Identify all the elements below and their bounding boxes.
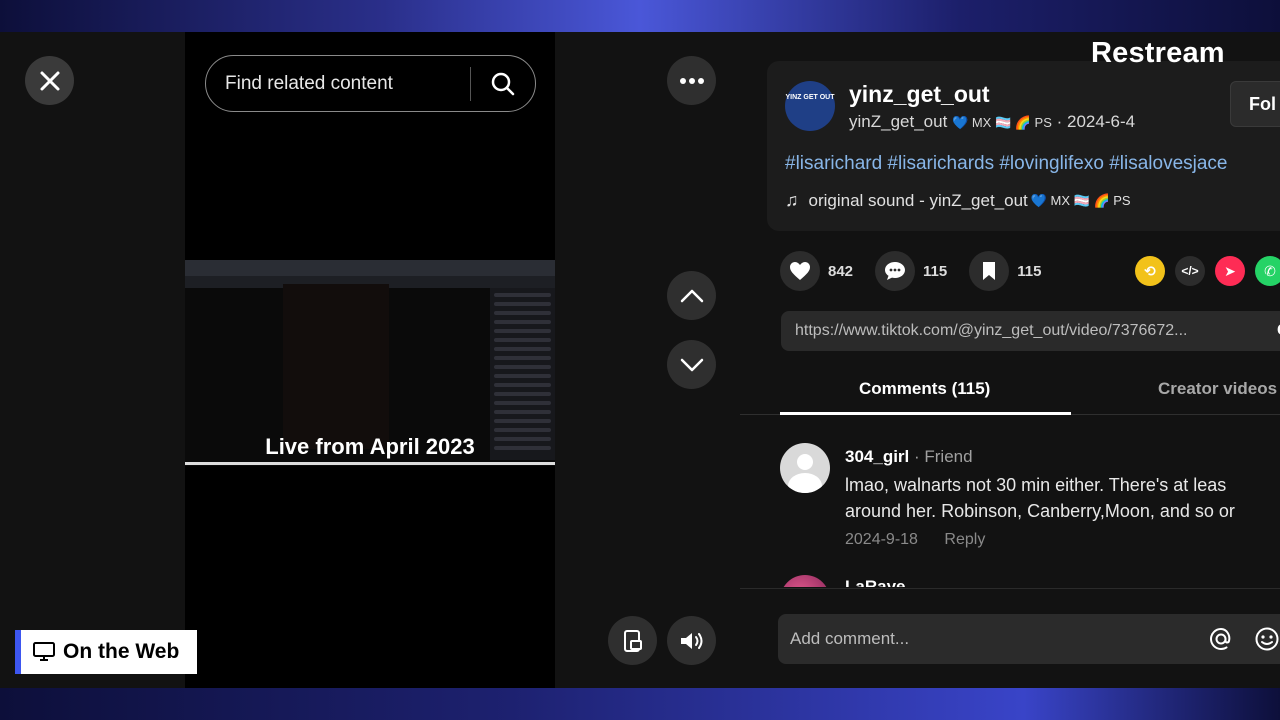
sound-emojis: 💙 MX 🏳️‍⚧️ 🌈 PS (1030, 192, 1131, 208)
commenter-avatar[interactable] (780, 443, 830, 493)
comment-action[interactable]: 115 (875, 251, 947, 291)
reply-button[interactable]: Reply (944, 531, 985, 548)
restream-frame-bottom (0, 688, 1280, 720)
embed-code-icon[interactable]: </> (1175, 256, 1205, 286)
whatsapp-icon[interactable]: ✆ (1255, 256, 1280, 286)
details-panel: YINZ GET OUT yinz_get_out yinZ_get_out 💙… (740, 32, 1280, 688)
save-button[interactable] (969, 251, 1010, 291)
author-avatar[interactable]: YINZ GET OUT (785, 81, 835, 131)
panel-tabs: Comments (115) Creator videos (740, 367, 1280, 415)
close-button[interactable] (25, 56, 74, 105)
commenter-username[interactable]: 304_girl (845, 447, 909, 466)
author-username[interactable]: yinz_get_out (849, 81, 990, 108)
embedded-video-frame[interactable]: Live from April 2023 (185, 260, 555, 466)
comment-icon (885, 262, 906, 280)
post-date-separator: · (1056, 112, 1068, 131)
share-link-url[interactable]: https://www.tiktok.com/@yinz_get_out/vid… (795, 322, 1255, 340)
save-count: 115 (1017, 262, 1042, 280)
stream-preview (283, 284, 389, 449)
share-options: ⟲ </> ➤ ✆ (1135, 256, 1280, 286)
on-the-web-badge: On the Web (15, 630, 197, 674)
repost-icon[interactable]: ⟲ (1135, 256, 1165, 286)
search-box (205, 55, 536, 112)
comment-count: 115 (923, 262, 948, 280)
commenter-name[interactable]: 304_girl · Friend (845, 447, 973, 467)
more-icon (679, 77, 704, 84)
tiktok-viewer: Live from April 2023 On the Web (0, 32, 1280, 688)
comment-date: 2024-9-18 (845, 531, 918, 548)
like-action[interactable]: 842 (780, 251, 853, 291)
tab-comments[interactable]: Comments (115) (859, 379, 990, 399)
comment-composer (740, 588, 1280, 688)
restream-frame-top (0, 0, 1280, 32)
chevron-up-icon (680, 289, 703, 302)
like-button[interactable] (780, 251, 820, 291)
tab-creator-videos[interactable]: Creator videos (1158, 379, 1277, 399)
picture-in-picture-icon (623, 629, 642, 652)
restream-logo: Restream (1091, 37, 1225, 69)
mention-icon[interactable] (1208, 626, 1234, 652)
comment-text-line: lmao, walnarts not 30 min either. There'… (845, 475, 1227, 495)
comment-text-line: around her. Robinson, Canberry,Moon, and… (845, 501, 1235, 521)
flag-emojis: 💙 MX 🏳️‍⚧️ 🌈 PS (952, 115, 1052, 130)
video-progress-bar[interactable] (185, 462, 555, 465)
previous-video-button[interactable] (667, 271, 716, 320)
heart-icon (790, 262, 810, 280)
emoji-icon[interactable] (1254, 626, 1280, 652)
send-icon[interactable]: ➤ (1215, 256, 1245, 286)
pip-button[interactable] (608, 616, 657, 665)
sound-title: original sound - yinZ_get_out (808, 190, 1028, 210)
search-input[interactable] (225, 72, 470, 95)
video-caption: Live from April 2023 (265, 434, 475, 459)
music-note-icon: ♫ (785, 190, 799, 210)
chevron-down-icon (680, 358, 703, 371)
volume-button[interactable] (667, 616, 716, 665)
author-subline: yinZ_get_out 💙 MX 🏳️‍⚧️ 🌈 PS · 2024-6-4 (849, 112, 1135, 132)
commenter-relation: · Friend (914, 447, 973, 466)
video-area: Live from April 2023 On the Web (0, 32, 740, 688)
post-sound[interactable]: ♫ original sound - yinZ_get_out 💙 MX 🏳️‍… (785, 190, 1131, 211)
engagement-actions: 842 115 115 (780, 251, 1063, 291)
follow-button[interactable]: Fol (1230, 81, 1280, 127)
next-video-button[interactable] (667, 340, 716, 389)
badge-label: On the Web (63, 640, 180, 663)
comment-item: LaRaye (780, 575, 1280, 587)
post-date: 2024-6-4 (1067, 112, 1136, 131)
active-tab-indicator (780, 412, 1071, 415)
save-action[interactable]: 115 (969, 251, 1041, 291)
post-hashtags[interactable]: #lisarichard #lisarichards #lovinglifexo… (785, 153, 1228, 175)
add-comment-box (778, 614, 1280, 664)
bookmark-icon (983, 262, 996, 280)
add-comment-input[interactable] (790, 629, 1190, 649)
commenter-username[interactable]: LaRaye (845, 577, 905, 587)
speaker-icon (680, 632, 702, 649)
post-info-card: YINZ GET OUT yinz_get_out yinZ_get_out 💙… (767, 61, 1280, 231)
monitor-icon (33, 642, 55, 661)
comment-meta: 2024-9-18 Reply (845, 531, 985, 549)
author-display-name: yinZ_get_out (849, 112, 948, 131)
browser-tabbar (185, 260, 555, 276)
like-count: 842 (828, 262, 854, 280)
comment-text: lmao, walnarts not 30 min either. There'… (845, 472, 1280, 524)
search-button[interactable] (471, 56, 535, 111)
share-link-row: https://www.tiktok.com/@yinz_get_out/vid… (781, 311, 1280, 351)
close-icon (40, 71, 59, 90)
search-icon (491, 72, 515, 95)
more-options-button[interactable] (667, 56, 716, 105)
comment-button[interactable] (875, 251, 916, 291)
commenter-avatar[interactable] (780, 575, 830, 587)
